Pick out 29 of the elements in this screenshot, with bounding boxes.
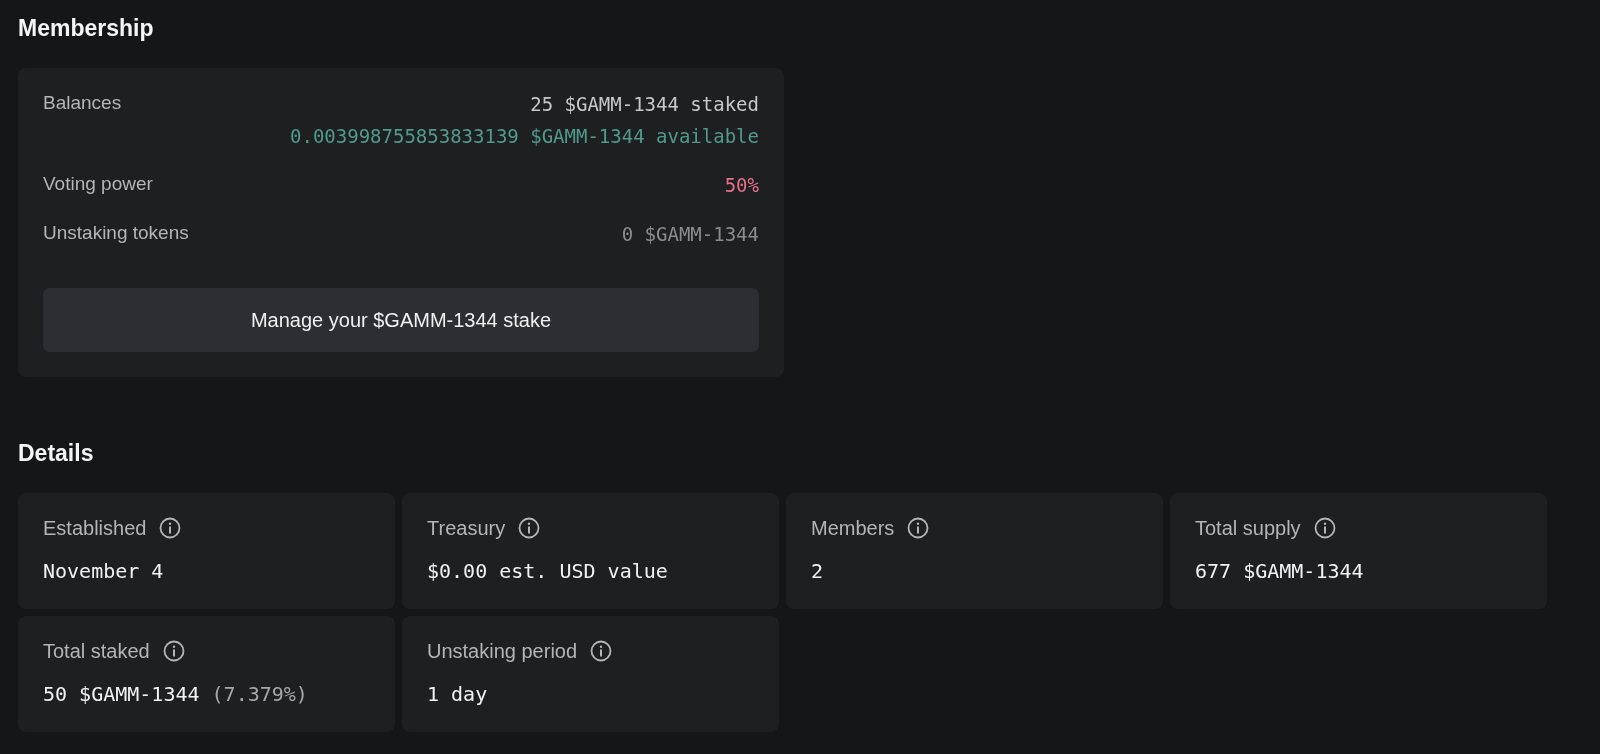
detail-label: Unstaking period [427, 639, 578, 664]
detail-value: 50 $GAMM-1344 [43, 681, 200, 707]
row-value: 50% [724, 173, 759, 198]
info-icon[interactable] [590, 640, 613, 662]
detail-value: 1 day [427, 681, 488, 707]
info-icon[interactable] [907, 517, 930, 539]
row-label: Balances [43, 91, 122, 115]
section-heading: Details [18, 439, 94, 467]
detail-value: 2 [811, 558, 824, 584]
row-label: Unstaking tokens [43, 221, 189, 245]
detail-label: Total supply [1195, 516, 1301, 541]
row-value: 0 $GAMM-1344 [621, 222, 759, 247]
info-icon[interactable] [159, 517, 182, 539]
info-icon[interactable] [162, 640, 185, 662]
detail-label: Established [43, 516, 147, 541]
detail-value: 677 $GAMM-1344 [1195, 558, 1364, 584]
percentage-label: (7.379%) [211, 681, 308, 707]
detail-label: Total staked [43, 639, 150, 664]
detail-label: Treasury [427, 516, 506, 541]
info-icon[interactable] [518, 517, 541, 539]
detail-value: November 4 [43, 558, 164, 584]
detail-value: $0.00 est. USD value [427, 558, 668, 584]
row-label: Voting power [43, 172, 153, 196]
row-value: 0.003998755853833139 $GAMM-1344 available [290, 124, 759, 149]
detail-label: Members [811, 516, 895, 541]
manage-stake-button[interactable]: Manage your $GAMM-1344 stake [43, 288, 759, 352]
row-value: 25 $GAMM-1344 staked [530, 92, 759, 117]
info-icon[interactable] [1313, 517, 1336, 539]
section-heading: Membership [18, 14, 154, 42]
